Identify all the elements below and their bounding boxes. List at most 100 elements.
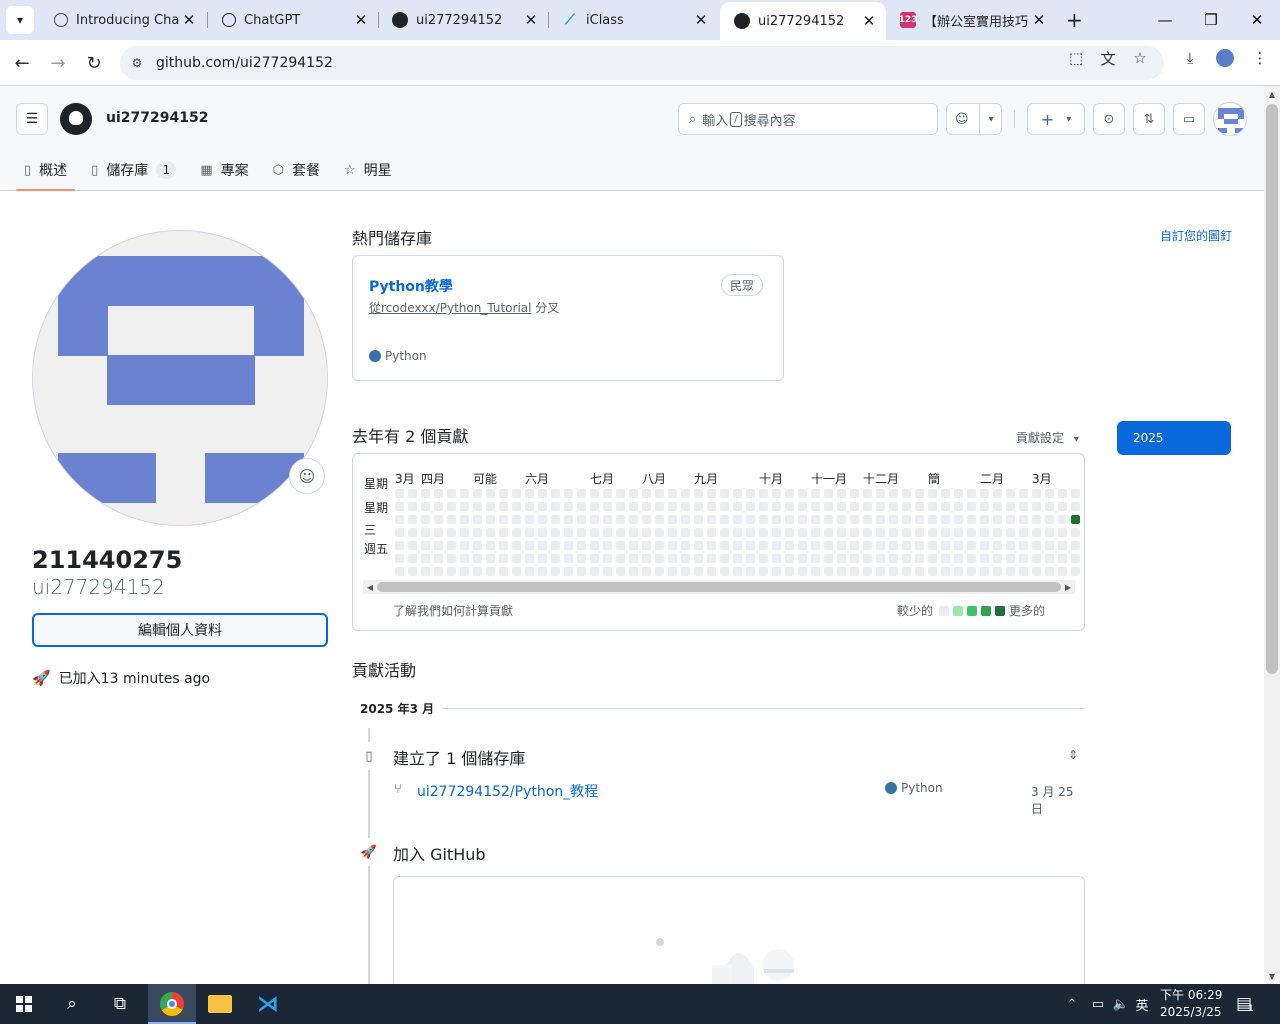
- contribution-settings-dropdown[interactable]: 貢獻設定 ▾: [1016, 429, 1079, 446]
- profile-avatar[interactable]: [32, 230, 328, 526]
- contribution-day[interactable]: [707, 528, 716, 537]
- contribution-day[interactable]: [954, 489, 963, 498]
- contribution-day[interactable]: [499, 489, 508, 498]
- contribution-day[interactable]: [434, 554, 443, 563]
- contribution-day[interactable]: [811, 541, 820, 550]
- close-tab-icon[interactable]: ✕: [860, 12, 878, 30]
- contribution-day[interactable]: [668, 554, 677, 563]
- graph-horizontal-scrollbar[interactable]: ◀ ▶: [363, 580, 1075, 594]
- contribution-day[interactable]: [525, 489, 534, 498]
- contribution-day[interactable]: [655, 515, 664, 524]
- contribution-day[interactable]: [538, 528, 547, 537]
- minimize-button[interactable]: —: [1142, 0, 1188, 40]
- contribution-day[interactable]: [811, 554, 820, 563]
- contribution-day[interactable]: [434, 502, 443, 511]
- contribution-day[interactable]: [733, 502, 742, 511]
- contribution-day[interactable]: [850, 502, 859, 511]
- volume-icon[interactable]: 🔈: [1110, 997, 1132, 1012]
- contribution-day[interactable]: [798, 554, 807, 563]
- contribution-day[interactable]: [473, 554, 482, 563]
- contribution-day[interactable]: [499, 541, 508, 550]
- browser-tab[interactable]: Introducing ChatG ✕: [40, 6, 206, 34]
- contribution-day[interactable]: [473, 515, 482, 524]
- contribution-day[interactable]: [759, 528, 768, 537]
- contribution-day[interactable]: [876, 528, 885, 537]
- contribution-day[interactable]: [681, 502, 690, 511]
- contribution-day[interactable]: [629, 489, 638, 498]
- contribution-day[interactable]: [928, 489, 937, 498]
- contribution-day[interactable]: [1032, 515, 1041, 524]
- contribution-day[interactable]: [915, 567, 924, 576]
- contribution-day[interactable]: [720, 515, 729, 524]
- contribution-day[interactable]: [876, 541, 885, 550]
- contribution-day[interactable]: [980, 528, 989, 537]
- contribution-day[interactable]: [1032, 541, 1041, 550]
- contribution-day[interactable]: [707, 489, 716, 498]
- contribution-day[interactable]: [460, 515, 469, 524]
- contribution-day[interactable]: [629, 515, 638, 524]
- learn-contributions-link[interactable]: 了解我們如何計算貢獻: [393, 602, 513, 619]
- tab-repositories[interactable]: ▯ 儲存庫 1: [83, 150, 184, 190]
- contribution-day[interactable]: [993, 515, 1002, 524]
- contribution-day[interactable]: [902, 541, 911, 550]
- contribution-day[interactable]: [1058, 515, 1067, 524]
- contribution-day[interactable]: [681, 541, 690, 550]
- contribution-day[interactable]: [603, 554, 612, 563]
- contribution-day[interactable]: [785, 541, 794, 550]
- scroll-left-icon[interactable]: ◀: [363, 580, 377, 594]
- contribution-day[interactable]: [824, 528, 833, 537]
- contribution-day[interactable]: [850, 489, 859, 498]
- contribution-day[interactable]: [499, 502, 508, 511]
- contribution-day[interactable]: [525, 567, 534, 576]
- contribution-day[interactable]: [889, 489, 898, 498]
- contribution-day[interactable]: [824, 515, 833, 524]
- contribution-day[interactable]: [668, 515, 677, 524]
- contribution-day[interactable]: [941, 554, 950, 563]
- contribution-day[interactable]: [1032, 528, 1041, 537]
- contribution-day[interactable]: [629, 554, 638, 563]
- contribution-day[interactable]: [668, 567, 677, 576]
- contribution-day[interactable]: [603, 528, 612, 537]
- contribution-day[interactable]: [837, 567, 846, 576]
- contribution-day[interactable]: [434, 541, 443, 550]
- contribution-day[interactable]: [746, 528, 755, 537]
- contribution-day[interactable]: [941, 489, 950, 498]
- contribution-day[interactable]: [642, 567, 651, 576]
- contribution-day[interactable]: [954, 541, 963, 550]
- contribution-day[interactable]: [850, 541, 859, 550]
- issues-button[interactable]: ⊙: [1093, 103, 1125, 135]
- start-button[interactable]: [0, 984, 48, 1024]
- contribution-day[interactable]: [486, 567, 495, 576]
- contribution-day[interactable]: [460, 502, 469, 511]
- contribution-day[interactable]: [525, 528, 534, 537]
- contribution-day[interactable]: [694, 528, 703, 537]
- contribution-day[interactable]: [408, 567, 417, 576]
- contribution-day[interactable]: [408, 528, 417, 537]
- customize-pins-link[interactable]: 自訂您的圖釘: [1160, 227, 1232, 244]
- contribution-day[interactable]: [1019, 515, 1028, 524]
- browser-tab[interactable]: 123 【辦公室實用技巧 ✕: [886, 6, 1056, 34]
- contribution-day[interactable]: [486, 528, 495, 537]
- pull-requests-button[interactable]: ⇅: [1133, 103, 1165, 135]
- contribution-day[interactable]: [902, 528, 911, 537]
- scroll-down-icon[interactable]: ▼: [1264, 968, 1280, 984]
- contribution-day[interactable]: [993, 502, 1002, 511]
- new-tab-button[interactable]: +: [1060, 6, 1090, 34]
- contribution-day[interactable]: [733, 489, 742, 498]
- contribution-day[interactable]: [980, 567, 989, 576]
- contribution-day[interactable]: [785, 528, 794, 537]
- contribution-day[interactable]: [538, 515, 547, 524]
- contribution-day[interactable]: [837, 554, 846, 563]
- contribution-day[interactable]: [915, 489, 924, 498]
- contribution-day[interactable]: [1045, 541, 1054, 550]
- contribution-day[interactable]: [967, 502, 976, 511]
- contribution-day[interactable]: [824, 567, 833, 576]
- close-tab-icon[interactable]: ✕: [522, 11, 540, 29]
- contribution-day[interactable]: [655, 567, 664, 576]
- contribution-day[interactable]: [954, 515, 963, 524]
- contribution-day[interactable]: [954, 554, 963, 563]
- notification-center-button[interactable]: ▤ 1: [1236, 984, 1254, 1024]
- contribution-day[interactable]: [759, 489, 768, 498]
- contribution-day[interactable]: [616, 489, 625, 498]
- contribution-day[interactable]: [538, 567, 547, 576]
